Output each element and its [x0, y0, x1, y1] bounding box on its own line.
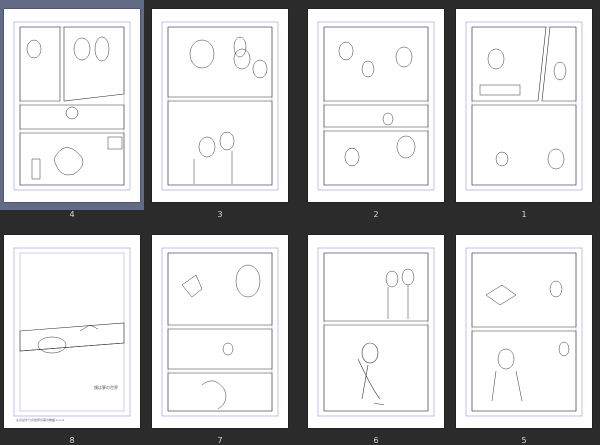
manga-sketch	[161, 21, 279, 191]
page-canvas	[308, 9, 444, 202]
page-canvas	[456, 235, 592, 428]
page-canvas	[152, 235, 288, 428]
manga-sketch	[465, 21, 583, 191]
page-thumbnail-6[interactable]: 6	[304, 226, 448, 445]
page-thumbnail-3[interactable]: 3	[148, 0, 292, 219]
page-number: 1	[521, 210, 527, 219]
page-thumbnail-2[interactable]: 2	[304, 0, 448, 219]
manga-sketch	[465, 247, 583, 417]
page-number: 4	[69, 210, 75, 219]
page-canvas	[4, 9, 140, 202]
page-thumbnail-8[interactable]: 僕は夢の世界 ものばかりの世界の夢の物語 1-1-4 8	[0, 226, 144, 445]
page-number: 3	[217, 210, 223, 219]
page-thumbnail-5[interactable]: 5	[452, 226, 596, 445]
manga-sketch	[317, 21, 435, 191]
page-canvas	[152, 9, 288, 202]
manga-sketch	[161, 247, 279, 417]
page-canvas: 僕は夢の世界 ものばかりの世界の夢の物語 1-1-4	[4, 235, 140, 428]
manga-sketch	[13, 21, 131, 191]
page-number: 2	[373, 210, 379, 219]
page-footer: ものばかりの世界の夢の物語 1-1-4	[16, 418, 64, 422]
page-thumbnail-4[interactable]: 4	[0, 0, 144, 219]
manga-sketch	[317, 247, 435, 417]
page-canvas	[456, 9, 592, 202]
page-canvas	[308, 235, 444, 428]
page-thumbnail-1[interactable]: 1	[452, 0, 596, 219]
manga-sketch	[13, 247, 131, 417]
page-thumbnail-7[interactable]: 7	[148, 226, 292, 445]
page-text: 僕は夢の世界	[94, 385, 118, 390]
